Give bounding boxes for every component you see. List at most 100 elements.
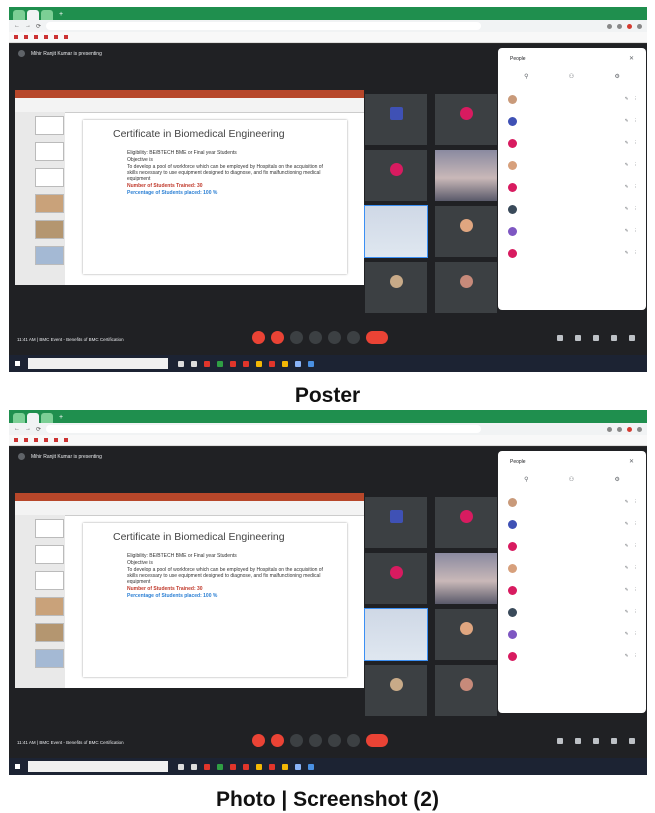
mic-icon[interactable]: ✎ — [625, 521, 629, 527]
more-options-button[interactable] — [347, 331, 360, 344]
app-icon[interactable] — [308, 360, 314, 367]
extension-icon[interactable] — [627, 426, 632, 432]
participant-row[interactable]: ✎ ⋮ — [508, 539, 638, 553]
more-icon[interactable]: ⋮ — [634, 118, 639, 124]
host-controls-button[interactable]: ⚙ — [614, 476, 619, 483]
more-icon[interactable]: ⋮ — [634, 162, 639, 168]
participant-row[interactable]: ✎ ⋮ — [508, 517, 638, 531]
app-icon[interactable] — [295, 360, 301, 367]
participant-row[interactable]: ✎ ⋮ — [508, 158, 638, 172]
participant-tile[interactable] — [435, 609, 497, 660]
bookmark[interactable] — [54, 35, 58, 39]
app-icon[interactable] — [256, 360, 262, 367]
mic-icon[interactable]: ✎ — [625, 631, 629, 637]
lock-icon[interactable] — [629, 335, 635, 341]
bookmark[interactable] — [24, 438, 28, 442]
mic-icon[interactable]: ✎ — [625, 140, 629, 146]
more-icon[interactable]: ⋮ — [634, 140, 639, 146]
more-icon[interactable]: ⋮ — [634, 631, 639, 637]
url-field[interactable] — [46, 22, 482, 30]
participant-tile[interactable] — [435, 497, 497, 548]
extension-icon[interactable] — [617, 23, 622, 29]
more-icon[interactable]: ⋮ — [634, 565, 639, 571]
close-icon[interactable]: ✕ — [629, 458, 634, 465]
participant-row[interactable]: ✎ ⋮ — [508, 246, 638, 260]
activities-icon[interactable] — [611, 335, 617, 341]
camera-off-button[interactable] — [271, 331, 284, 344]
windows-start-icon[interactable] — [15, 361, 20, 366]
app-icon[interactable] — [269, 763, 275, 770]
browser-tab[interactable] — [13, 10, 25, 20]
participant-video[interactable] — [364, 608, 428, 661]
participant-row[interactable]: ✎ ⋮ — [508, 649, 638, 663]
participant-video[interactable] — [435, 553, 497, 604]
app-icon[interactable] — [282, 763, 288, 770]
slide-thumbnail[interactable] — [35, 649, 64, 668]
new-tab-icon[interactable]: + — [55, 10, 67, 20]
participant-tile[interactable] — [435, 262, 497, 313]
more-icon[interactable]: ⋮ — [634, 184, 639, 190]
bookmark[interactable] — [14, 35, 18, 39]
participant-row[interactable]: ✎ ⋮ — [508, 495, 638, 509]
more-icon[interactable]: ⋮ — [634, 521, 639, 527]
slide-thumbnail[interactable] — [35, 597, 64, 616]
mic-icon[interactable]: ✎ — [625, 206, 629, 212]
end-call-button[interactable] — [366, 734, 388, 747]
mic-icon[interactable]: ✎ — [625, 609, 629, 615]
extension-icon[interactable] — [617, 426, 622, 432]
browser-tab[interactable] — [41, 413, 53, 423]
mic-icon[interactable]: ✎ — [625, 653, 629, 659]
app-icon[interactable] — [178, 360, 184, 367]
add-people-button[interactable]: ⚇ — [569, 476, 574, 483]
app-icon[interactable] — [282, 360, 288, 367]
bookmark[interactable] — [64, 438, 68, 442]
info-icon[interactable] — [557, 738, 563, 744]
browser-tab[interactable] — [13, 413, 25, 423]
app-icon[interactable] — [230, 763, 236, 770]
app-icon[interactable] — [243, 360, 249, 367]
participant-tile[interactable] — [365, 262, 427, 313]
participant-tile[interactable] — [365, 553, 427, 604]
participant-tile[interactable] — [365, 150, 427, 201]
app-icon[interactable] — [230, 360, 236, 367]
participant-row[interactable]: ✎ ⋮ — [508, 605, 638, 619]
profile-icon[interactable] — [637, 426, 642, 432]
show-all-button[interactable]: ⚲ — [524, 476, 528, 483]
more-icon[interactable]: ⋮ — [634, 228, 639, 234]
slide-thumbnail[interactable] — [35, 571, 64, 590]
add-people-button[interactable]: ⚇ — [569, 73, 574, 80]
mic-icon[interactable]: ✎ — [625, 96, 629, 102]
back-icon[interactable]: ← — [14, 426, 20, 432]
forward-icon[interactable]: → — [25, 23, 31, 29]
people-icon[interactable] — [575, 738, 581, 744]
mic-off-button[interactable] — [252, 331, 265, 344]
bookmark[interactable] — [34, 438, 38, 442]
bookmark[interactable] — [34, 35, 38, 39]
mic-icon[interactable]: ✎ — [625, 250, 629, 256]
back-icon[interactable]: ← — [14, 23, 20, 29]
bookmark[interactable] — [44, 438, 48, 442]
participant-tile[interactable] — [435, 94, 497, 145]
slide-thumbnail[interactable] — [35, 168, 64, 187]
people-icon[interactable] — [575, 335, 581, 341]
slide-thumbnail[interactable] — [35, 116, 64, 135]
browser-tab-active[interactable] — [27, 413, 39, 423]
app-icon[interactable] — [243, 763, 249, 770]
participant-tile[interactable] — [365, 497, 427, 548]
app-icon[interactable] — [269, 360, 275, 367]
captions-button[interactable] — [290, 331, 303, 344]
participant-tile[interactable] — [365, 665, 427, 716]
mic-icon[interactable]: ✎ — [625, 162, 629, 168]
reload-icon[interactable]: ⟳ — [36, 426, 41, 433]
bookmark[interactable] — [24, 35, 28, 39]
end-call-button[interactable] — [366, 331, 388, 344]
app-icon[interactable] — [295, 763, 301, 770]
more-icon[interactable]: ⋮ — [634, 587, 639, 593]
mic-icon[interactable]: ✎ — [625, 587, 629, 593]
extension-icon[interactable] — [607, 23, 612, 29]
participant-row[interactable]: ✎ ⋮ — [508, 202, 638, 216]
mic-icon[interactable]: ✎ — [625, 543, 629, 549]
more-options-button[interactable] — [347, 734, 360, 747]
participant-row[interactable]: ✎ ⋮ — [508, 561, 638, 575]
participant-row[interactable]: ✎ ⋮ — [508, 114, 638, 128]
